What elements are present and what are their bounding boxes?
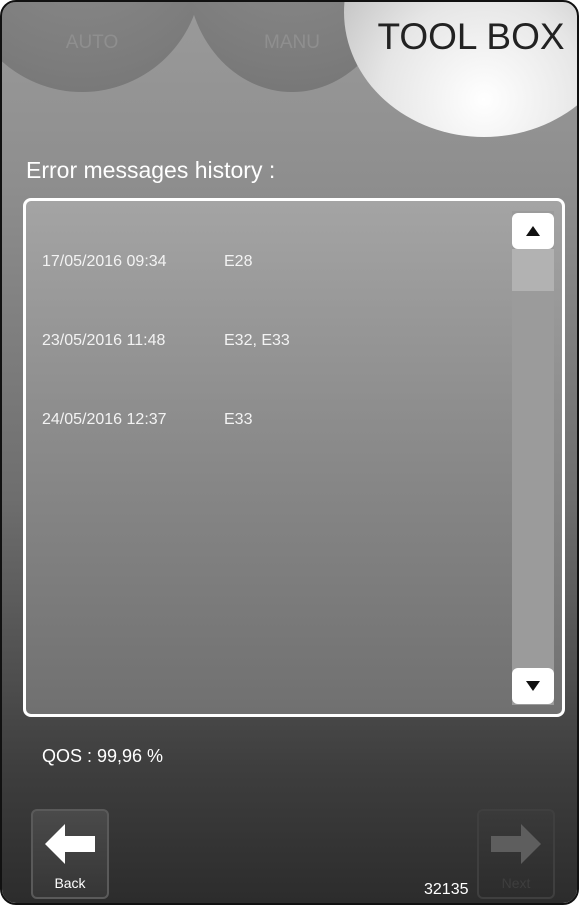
error-codes: E32, E33: [224, 332, 290, 349]
tab-auto-label: AUTO: [65, 32, 119, 53]
reference-number: 32135: [424, 881, 469, 898]
error-date: 17/05/2016 09:34: [42, 253, 167, 270]
error-codes: E28: [224, 253, 253, 270]
arrow-right-icon: [491, 824, 541, 864]
arrow-left-icon: [45, 824, 95, 864]
error-history-list: 17/05/2016 09:34 E28 23/05/2016 11:48 E3…: [23, 198, 565, 717]
back-button-label: Back: [54, 875, 86, 891]
scroll-down-button[interactable]: [512, 668, 554, 704]
screen: AUTO MANU TOOL BOX Error messages histor…: [2, 2, 577, 903]
next-button-label: Next: [501, 875, 531, 891]
scrollbar-thumb[interactable]: [512, 249, 554, 291]
tab-manu-label: MANU: [264, 32, 320, 53]
error-codes: E33: [224, 411, 253, 428]
tab-toolbox-label: TOOL BOX: [377, 16, 565, 57]
qos-value: QOS : 99,96 %: [42, 746, 164, 766]
arrow-up-icon: [526, 226, 540, 236]
arrow-down-icon: [526, 681, 540, 691]
error-date: 23/05/2016 11:48: [42, 332, 166, 349]
error-date: 24/05/2016 12:37: [42, 411, 167, 428]
page-title: Error messages history :: [26, 157, 276, 183]
scroll-up-button[interactable]: [512, 213, 554, 249]
next-button[interactable]: Next: [477, 809, 555, 899]
back-button[interactable]: Back: [31, 809, 109, 899]
